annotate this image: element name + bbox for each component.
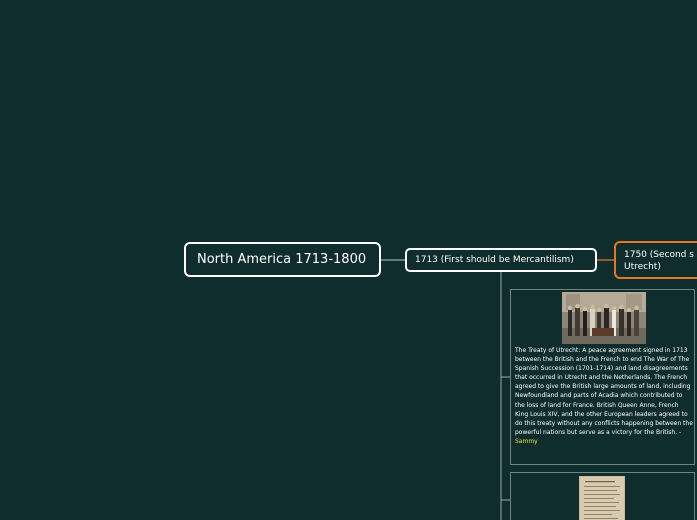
topic-1750-label: 1750 (Second s Utrecht) (624, 250, 694, 272)
treaty-description-text: The Treaty of Utrecht: A peace agreement… (515, 346, 693, 446)
root-topic-label: North America 1713-1800 (197, 252, 367, 267)
note-card-treaty-of-utrecht[interactable]: The Treaty of Utrecht: A peace agreement… (510, 289, 695, 465)
note-author: Sammy (515, 437, 538, 445)
mind-map-canvas: North America 1713-1800 1713 (First shou… (0, 0, 697, 520)
treaty-body-text: The Treaty of Utrecht: A peace agreement… (515, 347, 693, 436)
note-card-document[interactable] (510, 472, 695, 520)
root-topic-node[interactable]: North America 1713-1800 (184, 242, 381, 277)
topic-node-1750[interactable]: 1750 (Second s Utrecht) (614, 241, 697, 279)
treaty-manuscript-image (579, 476, 625, 520)
topic-node-1713[interactable]: 1713 (First should be Mercantilism) (405, 248, 597, 272)
treaty-painting-image (562, 292, 646, 344)
topic-1713-label: 1713 (First should be Mercantilism) (415, 255, 574, 265)
